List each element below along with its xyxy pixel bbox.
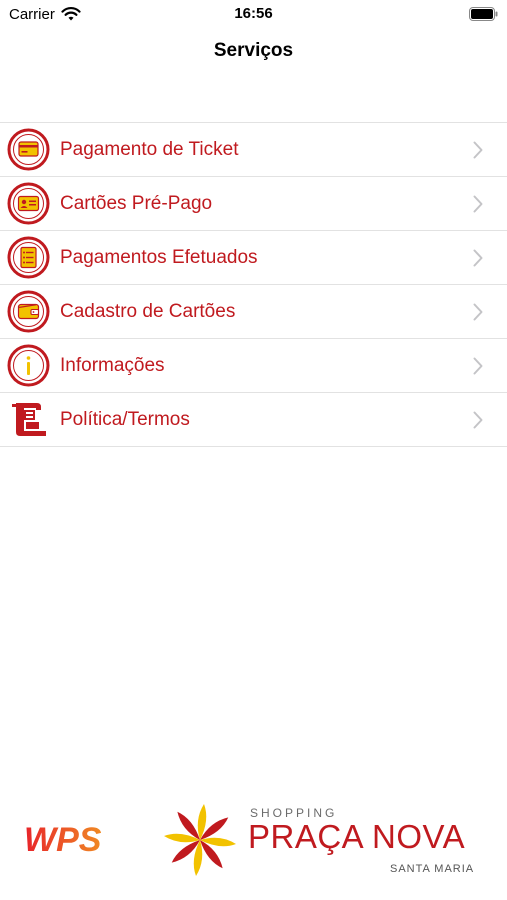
card-register-icon bbox=[7, 290, 50, 333]
screen: Carrier 16:56 Serviços Pagamento de Tick… bbox=[0, 0, 507, 900]
menu-item-payments-made[interactable]: Pagamentos Efetuados bbox=[0, 231, 507, 285]
prepaid-card-icon bbox=[7, 182, 50, 225]
menu-item-label: Política/Termos bbox=[60, 409, 190, 430]
praca-nova-flower-logo bbox=[164, 804, 236, 876]
battery-icon bbox=[469, 7, 498, 21]
menu-item-label: Pagamento de Ticket bbox=[60, 139, 239, 160]
ticket-payment-icon bbox=[7, 128, 50, 171]
menu-item-label: Cartões Pré-Pago bbox=[60, 193, 213, 214]
chevron-right-icon bbox=[473, 249, 483, 267]
menu-item-label: Pagamentos Efetuados bbox=[60, 247, 258, 268]
services-menu: Pagamento de Ticket Cartões Pré-Pago Pag… bbox=[0, 122, 507, 447]
clock: 16:56 bbox=[234, 5, 273, 22]
page-title: Serviços bbox=[213, 40, 294, 61]
menu-item-card-register[interactable]: Cadastro de Cartões bbox=[0, 285, 507, 339]
chevron-right-icon bbox=[473, 357, 483, 375]
menu-item-prepaid-cards[interactable]: Cartões Pré-Pago bbox=[0, 177, 507, 231]
chevron-right-icon bbox=[473, 195, 483, 213]
menu-item-policy-terms[interactable]: Política/Termos bbox=[0, 393, 507, 447]
brand-city: SANTA MARIA bbox=[390, 863, 475, 875]
info-icon bbox=[7, 344, 50, 387]
chevron-right-icon bbox=[473, 141, 483, 159]
svg-text:WPS: WPS bbox=[24, 821, 102, 859]
menu-item-label: Cadastro de Cartões bbox=[60, 301, 236, 322]
policy-scroll-icon bbox=[12, 403, 46, 436]
payments-made-icon bbox=[7, 236, 50, 279]
chevron-right-icon bbox=[473, 411, 483, 429]
wps-logo: WPS bbox=[24, 821, 102, 859]
status-bar: Carrier 16:56 bbox=[0, 0, 507, 30]
menu-item-information[interactable]: Informações bbox=[0, 339, 507, 393]
footer-branding: WPS SHOPPING PRAÇA NOVA SANTA MARIA bbox=[0, 790, 507, 900]
menu-item-ticket-payment[interactable]: Pagamento de Ticket bbox=[0, 123, 507, 177]
brand-name: PRAÇA NOVA bbox=[248, 818, 466, 855]
chevron-right-icon bbox=[473, 303, 483, 321]
menu-item-label: Informações bbox=[60, 355, 165, 376]
